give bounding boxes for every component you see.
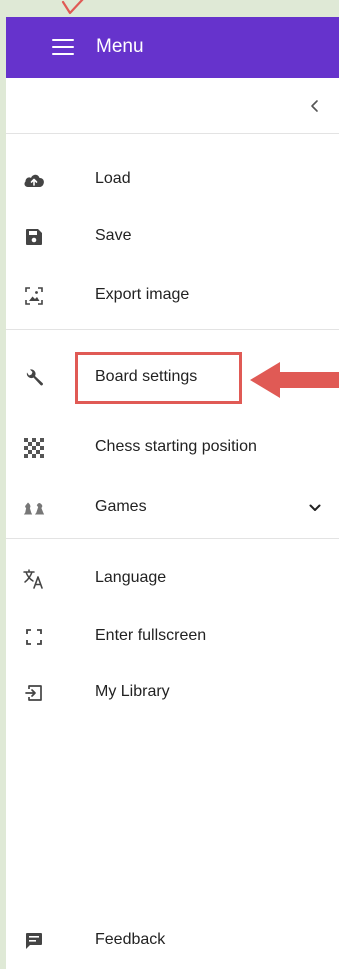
menu-item-games[interactable]: Games (6, 484, 339, 532)
menu-item-language[interactable]: Language (6, 555, 339, 603)
cloud-upload-icon (22, 168, 46, 192)
translate-icon (22, 567, 46, 591)
hamburger-icon[interactable] (52, 36, 74, 58)
save-icon (22, 225, 46, 249)
export-image-icon (22, 284, 46, 308)
menu-item-label: Games (95, 498, 147, 515)
menu-divider (6, 329, 339, 330)
menu-item-load[interactable]: Load (6, 156, 339, 204)
menu-item-feedback[interactable]: Feedback (6, 917, 339, 965)
collapse-menu-button[interactable] (301, 92, 329, 120)
menu-item-save[interactable]: Save (6, 213, 339, 261)
menu-item-my-library[interactable]: My Library (6, 669, 339, 717)
menu-header: Menu (6, 17, 339, 78)
menu-item-label: My Library (95, 683, 170, 700)
feedback-icon (22, 929, 46, 953)
menu-item-label: Chess starting position (95, 438, 257, 455)
menu-item-enter-fullscreen[interactable]: Enter fullscreen (6, 613, 339, 661)
collapse-row (6, 78, 339, 134)
checkerboard-icon (22, 436, 46, 460)
annotation-check-mark (61, 0, 85, 18)
menu-item-label: Enter fullscreen (95, 627, 207, 644)
chevron-down-icon[interactable] (305, 498, 325, 518)
top-strip (6, 0, 339, 17)
menu-title: Menu (96, 36, 144, 57)
chevron-left-icon (311, 100, 318, 112)
menu-item-label: Save (95, 227, 132, 244)
menu-item-label: Load (95, 170, 131, 187)
app-frame: Menu Load Save Export image Board settin… (6, 0, 339, 969)
menu-item-label: Language (95, 569, 167, 586)
chess-pieces-icon (22, 496, 46, 520)
fullscreen-icon (22, 625, 46, 649)
menu-item-label: Feedback (95, 931, 166, 948)
annotation-arrow-icon (250, 361, 339, 399)
menu-item-chess-starting-position[interactable]: Chess starting position (6, 424, 339, 472)
library-icon (22, 681, 46, 705)
menu-item-label: Board settings (95, 368, 198, 385)
menu-item-label: Export image (95, 286, 190, 303)
menu-divider (6, 538, 339, 539)
menu-item-export-image[interactable]: Export image (6, 272, 339, 320)
wrench-icon (22, 366, 46, 390)
